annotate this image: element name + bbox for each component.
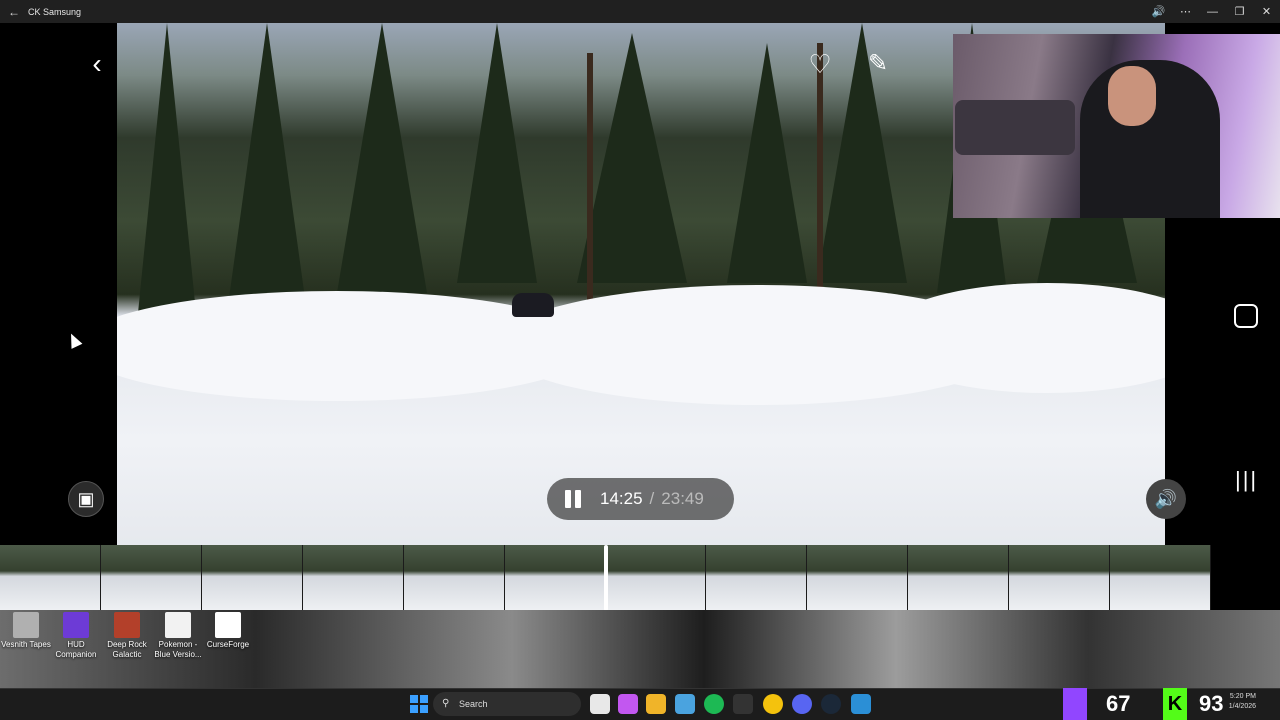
tree-shape (457, 23, 537, 283)
desktop-icon[interactable]: CurseForge (202, 612, 254, 650)
close-icon[interactable]: ✕ (1253, 5, 1280, 18)
more-icon[interactable]: ⋯ (1172, 5, 1199, 18)
window-title: CK Samsung (28, 6, 82, 17)
chrome-icon[interactable] (763, 694, 783, 714)
home-button-icon[interactable] (1234, 304, 1258, 328)
clock-date: 1/4/2026 (1228, 703, 1256, 710)
timeline-frame (807, 545, 909, 610)
timeline-frame (908, 545, 1010, 610)
shortcut-icon (63, 612, 89, 638)
pause-icon[interactable] (565, 490, 583, 508)
back-chevron-icon[interactable]: ‹ (86, 50, 108, 78)
desktop-icon[interactable]: HUD Companion (50, 612, 102, 660)
restore-icon[interactable]: ❐ (1226, 5, 1253, 18)
discord-icon[interactable] (792, 694, 812, 714)
volume-icon[interactable]: 🔊 (1146, 479, 1186, 519)
spotify-icon[interactable] (704, 694, 724, 714)
screenshot-capture-icon[interactable]: ▣ (68, 481, 104, 517)
tree-shape (337, 23, 427, 293)
window-titlebar: ← CK Samsung 🔊 ⋯ — ❐ ✕ (0, 0, 1280, 23)
twitch-icon (1063, 688, 1087, 720)
tree-shape (727, 43, 807, 283)
taskbar (0, 688, 1280, 720)
shortcut-icon (13, 612, 39, 638)
time-separator: / (649, 489, 655, 508)
timeline-frame (201, 545, 303, 610)
webcam-face (1108, 66, 1156, 126)
system-clock[interactable]: 5:20 PM 1/4/2026 (1226, 692, 1256, 712)
kick-viewer-count: 93 (1199, 691, 1224, 716)
minimize-icon[interactable]: — (1199, 6, 1226, 18)
desktop-icon-label: Vesnith Tapes (1, 640, 51, 649)
timeline-frame (0, 545, 101, 610)
hud-icon[interactable] (733, 694, 753, 714)
current-time: 14:25 (600, 489, 643, 508)
desktop-icon[interactable]: Vesnith Tapes (0, 612, 52, 650)
people-figures (512, 293, 554, 317)
twitch-viewer-count: 67 (1106, 691, 1131, 716)
shortcut-icon (114, 612, 140, 638)
desktop-icon-label: HUD Companion (55, 640, 97, 659)
tree-shape (137, 23, 197, 323)
timeline-frame (706, 545, 808, 610)
windows-start-icon[interactable] (410, 695, 428, 713)
tree-shape (577, 33, 687, 283)
search-label: Search (459, 699, 488, 709)
desktop-icon-label: Pokemon - Blue Versio... (154, 640, 202, 659)
desktop-icon-label: CurseForge (206, 640, 250, 649)
timeline-frame (1009, 545, 1111, 610)
shortcut-icon (215, 612, 241, 638)
timeline-frame (403, 545, 505, 610)
timeline-playhead[interactable] (604, 545, 608, 611)
kick-icon: K (1163, 688, 1187, 720)
timeline-frame (302, 545, 404, 610)
volume-icon[interactable]: 🔊 (1145, 5, 1172, 18)
clock-time: 5:20 PM (1229, 693, 1256, 700)
tree-trunk (817, 43, 823, 298)
timeline-frame (100, 545, 202, 610)
notepad-icon[interactable] (675, 694, 695, 714)
steam-icon[interactable] (821, 694, 841, 714)
folder-icon[interactable] (646, 694, 666, 714)
stream-app-icon[interactable] (851, 694, 871, 714)
desktop-icon-label: Deep Rock Galactic (107, 640, 147, 659)
tree-shape (227, 23, 307, 313)
search-icon: ⚲ (442, 698, 450, 709)
tree-trunk (587, 53, 593, 303)
total-time: 23:49 (661, 489, 704, 508)
back-arrow-icon[interactable]: ← (0, 5, 28, 19)
webcam-couch (955, 100, 1075, 155)
phone-left-bezel (0, 23, 117, 545)
desktop-icon[interactable]: Deep Rock Galactic (101, 612, 153, 660)
copilot-icon[interactable] (618, 694, 638, 714)
recents-button-icon[interactable]: ||| (1235, 468, 1259, 492)
shortcut-icon (165, 612, 191, 638)
taskbar-search[interactable]: ⚲ Search (433, 692, 581, 716)
timeline-frame (1110, 545, 1211, 610)
edit-pencil-icon[interactable]: ✎ (864, 50, 892, 78)
file-icon[interactable] (590, 694, 610, 714)
desktop-icon[interactable]: Pokemon - Blue Versio... (152, 612, 204, 660)
favorite-heart-icon[interactable]: ♡ (806, 50, 834, 78)
timeline-frame (504, 545, 606, 610)
playback-controls: 14:25 / 23:49 (547, 478, 734, 520)
timeline-frame (605, 545, 707, 610)
